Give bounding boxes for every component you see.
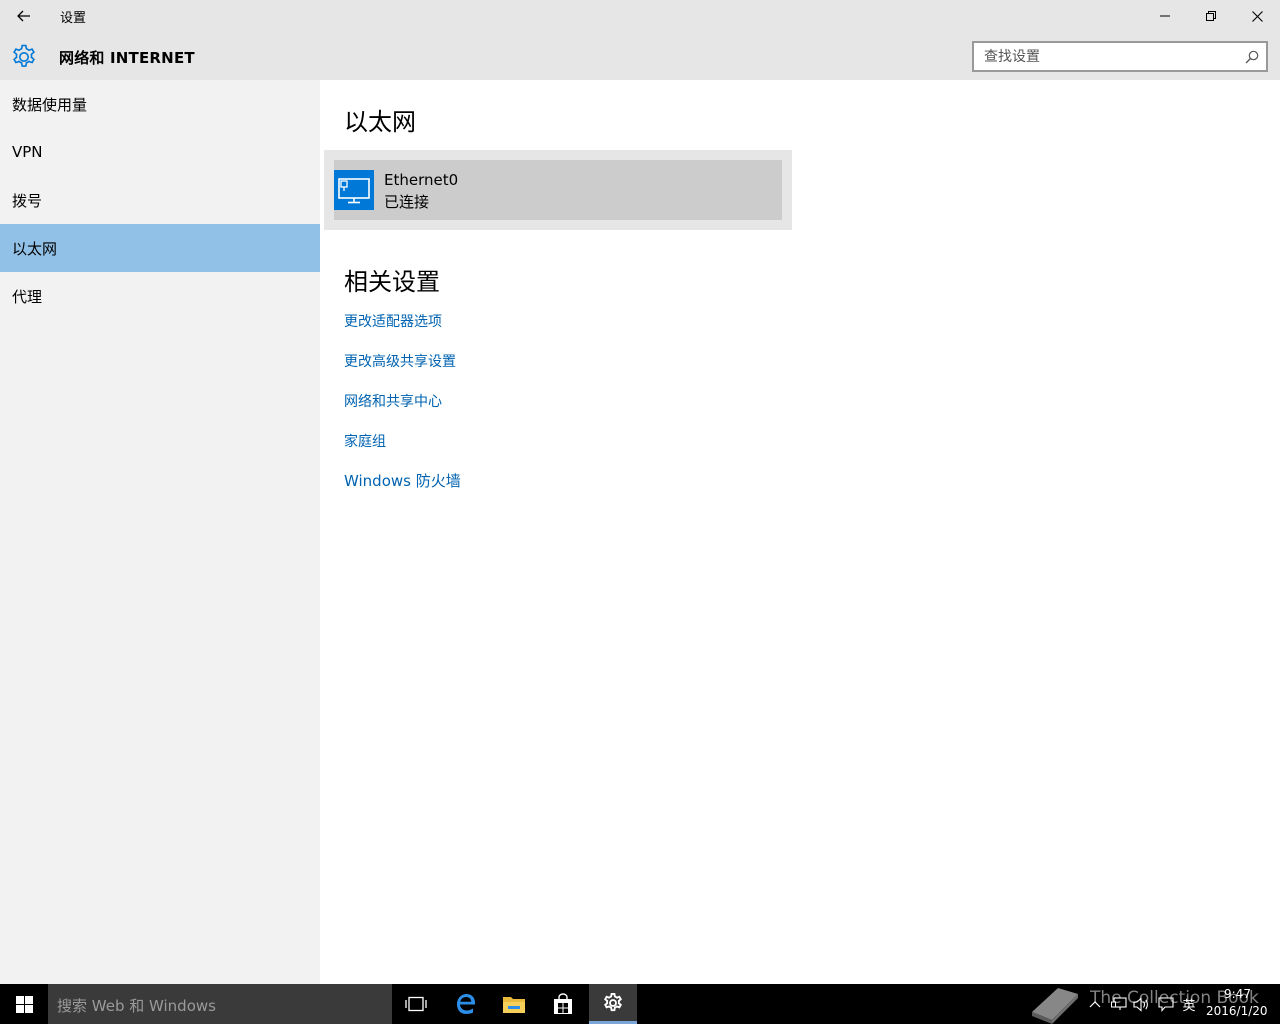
- close-icon: [1251, 10, 1263, 22]
- ethernet-icon-box: [334, 170, 374, 210]
- start-button[interactable]: [0, 984, 48, 1024]
- sidebar-item-label: 数据使用量: [12, 95, 88, 114]
- link-change-adapter-options[interactable]: 更改适配器选项: [344, 311, 442, 331]
- store-button[interactable]: [539, 984, 587, 1024]
- window-title: 设置: [60, 11, 87, 26]
- ethernet-heading: 以太网: [344, 108, 416, 136]
- network-tray-icon: [1111, 996, 1127, 1010]
- ethernet-adapter-tile[interactable]: Ethernet0 已连接: [334, 160, 782, 220]
- gear-icon: [13, 44, 35, 67]
- task-view-button[interactable]: [392, 984, 440, 1024]
- notification-icon: [1158, 996, 1174, 1012]
- chevron-up-icon: [1089, 1001, 1101, 1008]
- sidebar-item-proxy[interactable]: 代理: [0, 272, 320, 320]
- action-center-button[interactable]: [1157, 996, 1175, 1012]
- windows-logo-icon: [15, 995, 33, 1013]
- sidebar-item-data-usage[interactable]: 数据使用量: [0, 80, 320, 128]
- file-explorer-button[interactable]: [490, 984, 538, 1024]
- ethernet-monitor-icon: [338, 178, 370, 204]
- file-explorer-icon: [503, 997, 525, 1013]
- volume-icon: [1133, 996, 1148, 1012]
- taskbar-search-box[interactable]: 搜索 Web 和 Windows: [48, 984, 392, 1024]
- clock-time[interactable]: 9:47: [1224, 987, 1251, 1001]
- minimize-icon: [1160, 15, 1170, 17]
- network-tray-button[interactable]: [1110, 996, 1128, 1012]
- taskbar: 搜索 Web 和 Windows The Collection Book 英 9…: [0, 984, 1280, 1024]
- link-advanced-sharing[interactable]: 更改高级共享设置: [344, 351, 456, 371]
- close-button[interactable]: [1234, 0, 1280, 32]
- settings-taskbar-button[interactable]: [589, 984, 637, 1024]
- sidebar: 数据使用量 VPN 拨号 以太网 代理: [0, 80, 320, 984]
- sidebar-item-dial-up[interactable]: 拨号: [0, 176, 320, 224]
- page-title: 网络和 INTERNET: [59, 49, 195, 67]
- related-settings-heading: 相关设置: [344, 268, 440, 296]
- clock-date[interactable]: 2016/1/20: [1206, 1004, 1268, 1018]
- sidebar-item-ethernet[interactable]: 以太网: [0, 224, 320, 272]
- ime-indicator[interactable]: 英: [1180, 996, 1198, 1014]
- search-input[interactable]: [974, 43, 1232, 70]
- store-icon: [554, 993, 572, 1014]
- main-content: 以太网 Ethernet0 已连接 相关设置 更改适配器选项 更改高级共享设置 …: [320, 80, 1280, 984]
- sidebar-item-vpn[interactable]: VPN: [0, 128, 320, 176]
- taskbar-search-placeholder: 搜索 Web 和 Windows: [57, 997, 216, 1015]
- sidebar-item-label: 以太网: [12, 239, 58, 258]
- restore-button[interactable]: [1188, 0, 1234, 32]
- search-icon[interactable]: [1244, 49, 1260, 65]
- page-header: 网络和 INTERNET: [0, 32, 1280, 80]
- title-bar: 设置: [0, 0, 1280, 32]
- settings-icon: [604, 992, 622, 1011]
- sidebar-item-label: 拨号: [12, 191, 43, 210]
- volume-tray-button[interactable]: [1133, 996, 1151, 1012]
- sidebar-item-label: VPN: [12, 143, 43, 161]
- edge-button[interactable]: [442, 984, 490, 1024]
- search-box[interactable]: [972, 41, 1268, 72]
- task-view-icon: [405, 996, 427, 1012]
- back-button[interactable]: [0, 0, 48, 32]
- adapter-name: Ethernet0: [384, 171, 459, 189]
- edge-icon: [457, 994, 475, 1014]
- back-arrow-icon: [17, 10, 30, 22]
- show-hidden-icons-button[interactable]: [1086, 996, 1104, 1012]
- minimize-button[interactable]: [1142, 0, 1188, 32]
- adapter-status: 已连接: [384, 193, 430, 211]
- link-network-sharing-center[interactable]: 网络和共享中心: [344, 391, 442, 411]
- book-watermark-icon: [1032, 988, 1078, 1024]
- restore-icon: [1206, 11, 1216, 21]
- sidebar-item-label: 代理: [12, 287, 43, 306]
- link-windows-firewall[interactable]: Windows 防火墙: [344, 470, 461, 491]
- ime-label: 英: [1182, 998, 1196, 1014]
- link-homegroup[interactable]: 家庭组: [344, 431, 386, 451]
